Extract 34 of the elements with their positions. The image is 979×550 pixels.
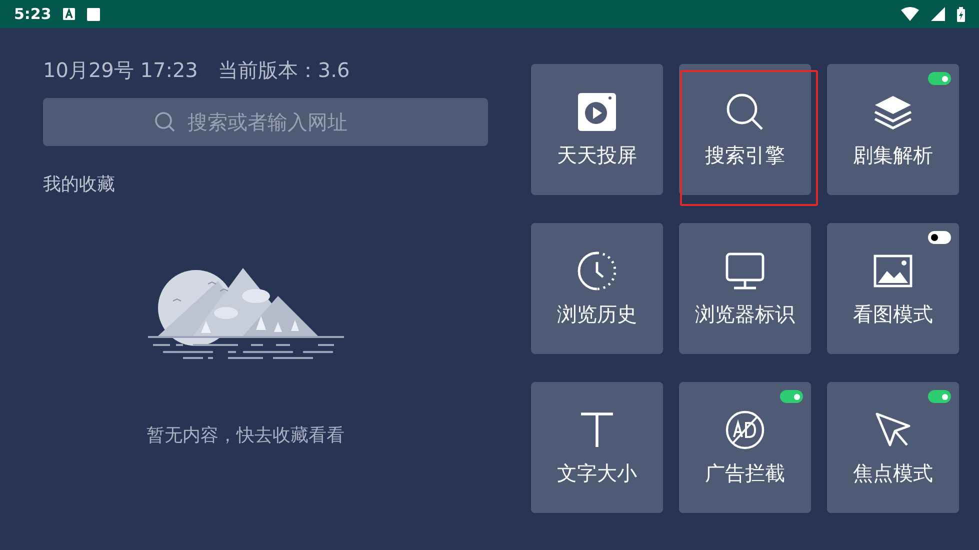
image-icon bbox=[873, 254, 913, 288]
feature-tile[interactable]: 天天投屏 bbox=[531, 64, 663, 195]
search-bar[interactable]: 搜索或者输入网址 bbox=[43, 98, 488, 146]
square-notification-icon bbox=[87, 8, 100, 20]
status-time: 5:23 bbox=[14, 4, 52, 25]
layers-icon bbox=[873, 94, 913, 130]
feature-tile[interactable]: 焦点模式 bbox=[827, 382, 959, 513]
monitor-icon bbox=[725, 252, 765, 290]
wifi-icon bbox=[901, 7, 919, 21]
keyboard-notification-icon bbox=[63, 8, 76, 20]
toggle-switch[interactable] bbox=[928, 72, 951, 85]
favorites-title: 我的收藏 bbox=[43, 173, 116, 197]
feature-tile[interactable]: 看图模式 bbox=[827, 223, 959, 354]
date-time-text: 10月29号 17:23 bbox=[43, 57, 198, 84]
feature-tile[interactable]: 搜索引擎 bbox=[679, 64, 811, 195]
search-field[interactable]: 搜索或者输入网址 bbox=[188, 107, 378, 137]
search-icon bbox=[154, 111, 176, 133]
cast-play-icon bbox=[577, 92, 617, 132]
empty-favorites-text: 暂无内容，快去收藏看看 bbox=[146, 424, 344, 448]
version-text: 当前版本：3.6 bbox=[218, 57, 350, 84]
ad-block-icon bbox=[725, 410, 765, 450]
feature-tile[interactable]: 剧集解析 bbox=[827, 64, 959, 195]
text-icon bbox=[580, 412, 614, 448]
feature-tile[interactable]: 浏览器标识 bbox=[679, 223, 811, 354]
battery-icon bbox=[957, 6, 965, 22]
toggle-switch[interactable] bbox=[780, 390, 803, 403]
toggle-switch[interactable] bbox=[928, 390, 951, 403]
toggle-switch[interactable] bbox=[928, 231, 951, 244]
feature-tile[interactable]: 广告拦截 bbox=[679, 382, 811, 513]
search-icon bbox=[725, 92, 765, 132]
feature-tile[interactable]: 浏览历史 bbox=[531, 223, 663, 354]
signal-icon bbox=[931, 7, 945, 21]
feature-tile[interactable]: 文字大小 bbox=[531, 382, 663, 513]
clock-icon bbox=[577, 251, 617, 291]
